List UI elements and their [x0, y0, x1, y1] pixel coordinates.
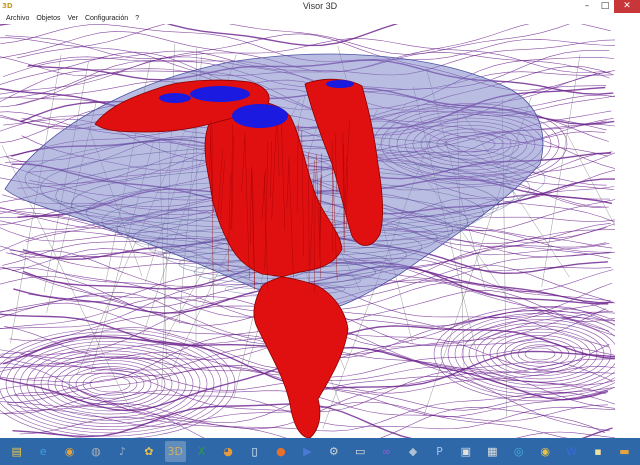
app-icon-dark[interactable]: ▪	[587, 441, 608, 462]
menu-ver[interactable]: Ver	[67, 13, 78, 24]
bench-contour	[503, 338, 577, 370]
window-icon[interactable]: ▭	[349, 441, 370, 462]
menu-bar: Archivo Objetos Ver Configuración ?	[0, 13, 640, 24]
orebody-top-1	[232, 104, 288, 128]
maximize-button[interactable]: □	[596, 0, 614, 13]
close-button[interactable]: ✕	[614, 0, 640, 13]
window-title: Visor 3D	[302, 1, 338, 11]
menu-objetos[interactable]: Objetos	[36, 13, 60, 24]
side-strip	[615, 24, 640, 438]
app-icon-p[interactable]: P	[429, 441, 450, 462]
minimize-button[interactable]: –	[578, 0, 596, 13]
app-icon-window[interactable]: ▣	[455, 441, 476, 462]
menu-help[interactable]: ?	[135, 13, 139, 24]
menu-archivo[interactable]: Archivo	[6, 13, 29, 24]
word-icon[interactable]: W	[561, 441, 582, 462]
app-icon-gear[interactable]: ⚙	[323, 441, 344, 462]
bench-contour	[517, 344, 563, 364]
app-icon-yellow[interactable]: ✿	[138, 441, 159, 462]
bench-contour	[461, 319, 615, 389]
menu-configuracion[interactable]: Configuración	[85, 13, 128, 24]
window-controls: – □ ✕	[578, 0, 640, 13]
bench-contour	[33, 350, 187, 418]
paint-icon[interactable]: ◕	[217, 441, 238, 462]
bench-contour	[524, 347, 556, 361]
chrome-icon[interactable]: ◉	[59, 441, 80, 462]
bench-contour	[68, 366, 152, 402]
app-icon-data[interactable]: ▦	[482, 441, 503, 462]
visual-studio-icon[interactable]: ∞	[376, 441, 397, 462]
media-player-icon[interactable]: ▶	[297, 441, 318, 462]
bench-contour	[89, 375, 131, 393]
title-bar: 3D Visor 3D – □ ✕	[0, 0, 640, 13]
3d-scene[interactable]	[0, 24, 615, 438]
orebody-top-2	[190, 86, 250, 102]
windows-explorer-icon[interactable]: ▤	[6, 441, 27, 462]
app-icon-generic[interactable]: ◍	[85, 441, 106, 462]
taskbar: ▤ e ◉ ◍ ♪ ✿ 3D X ◕ ▯ ● ▶ ⚙ ▭ ∞ ◆ P ▣ ▦ ◎ ◉ W ▪ ▬	[0, 438, 640, 465]
visor-3d-icon[interactable]: 3D	[164, 441, 186, 462]
firefox-icon[interactable]: ●	[270, 441, 291, 462]
app-icon-cube[interactable]: ◆	[402, 441, 423, 462]
internet-explorer-icon[interactable]: e	[32, 441, 53, 462]
chrome-icon-2[interactable]: ◉	[534, 441, 555, 462]
3d-viewport[interactable]	[0, 24, 615, 438]
excel-icon[interactable]: X	[191, 441, 212, 462]
bench-contour	[5, 337, 215, 431]
itunes-icon[interactable]: ♪	[112, 441, 133, 462]
document-icon[interactable]: ▯	[244, 441, 265, 462]
app-icon-terminal[interactable]: ▬	[614, 441, 635, 462]
app-icon-ring[interactable]: ◎	[508, 441, 529, 462]
orebody-top-3	[159, 93, 191, 103]
bench-contour	[47, 356, 173, 412]
bench-contour	[510, 341, 570, 367]
orebody-top-4	[326, 80, 354, 88]
